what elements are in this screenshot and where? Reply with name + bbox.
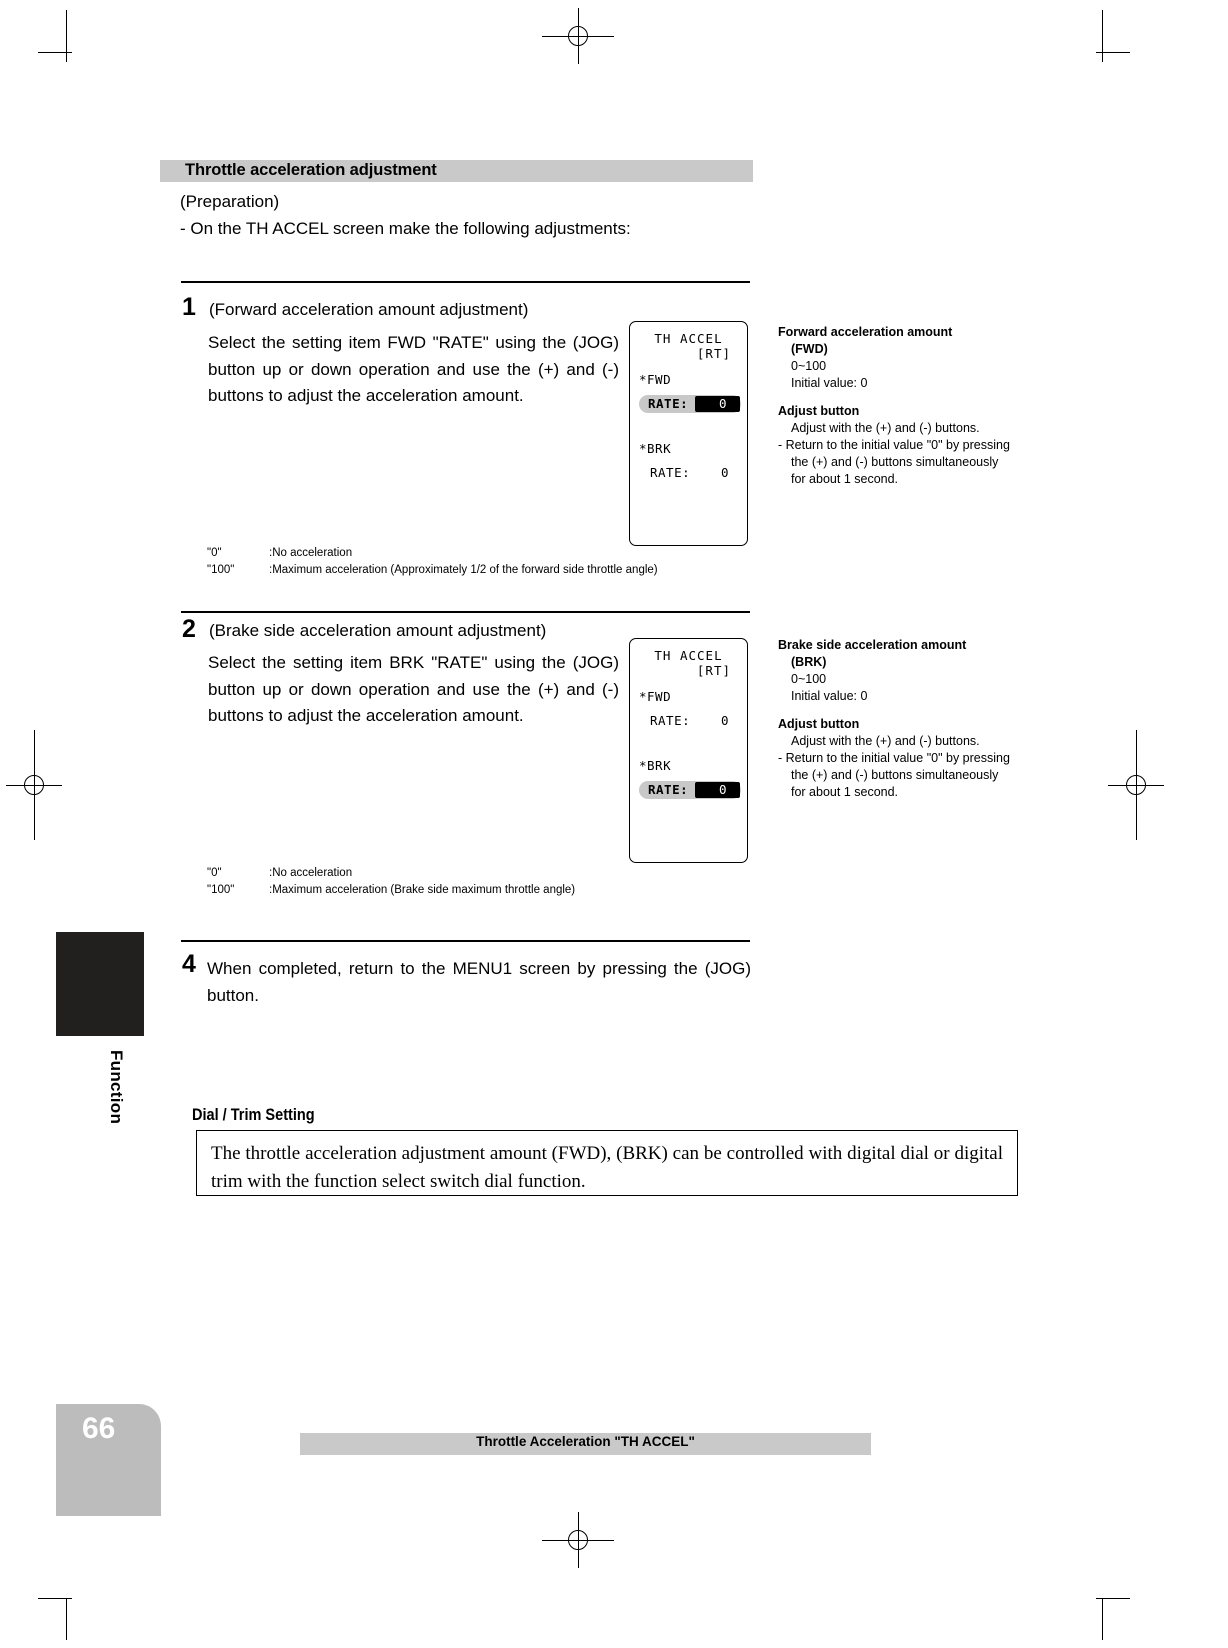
manual-page: Throttle acceleration adjustment (Prepar…	[0, 0, 1228, 1648]
step-1-title: (Forward acceleration amount adjustment)	[209, 300, 529, 319]
dial-trim-body: The throttle acceleration adjustment amo…	[211, 1143, 1003, 1192]
registration-target-top	[542, 8, 614, 64]
registration-target-bottom	[542, 1512, 614, 1568]
step-2-title: (Brake side acceleration amount adjustme…	[209, 621, 547, 640]
crop-mark-bottom-right	[1096, 1588, 1130, 1640]
section-heading-text: Throttle acceleration adjustment	[185, 161, 437, 179]
lcd-subtitle-step-1: [RT]	[696, 346, 731, 361]
page-number: 66	[82, 1412, 116, 1445]
step-1-rule	[181, 281, 750, 283]
lcd-brk-rate-value-step-1: 0	[720, 465, 729, 480]
step-2-sidebar-reset-text: - Return to the initial value "0" by pre…	[778, 751, 1010, 799]
step-1-sidebar-gap	[778, 392, 1016, 403]
step-1-sidebar-title-line1: Forward acceleration amount	[778, 325, 953, 339]
crop-mark-top-right	[1096, 10, 1130, 62]
preparation-label: (Preparation)	[180, 192, 280, 211]
lcd-fwd-rate-value-step-2: 0	[720, 713, 729, 728]
step-1-footnote-0-key: "0"	[207, 547, 222, 559]
lcd-fwd-label-step-1: *FWD	[639, 372, 672, 387]
step-1-footnote-1-value: :Maximum acceleration (Approximately 1/2…	[269, 564, 658, 576]
lcd-screen-step-1: TH ACCEL [RT] *FWD RATE: 0 *BRK RATE: 0	[629, 321, 748, 546]
crop-mark-bottom-left	[38, 1588, 72, 1640]
step-1-footnote-1-key: "100"	[207, 564, 235, 576]
lcd-subtitle-step-2: [RT]	[696, 663, 731, 678]
crop-mark-top-left	[38, 10, 72, 62]
lcd-brk-label-step-1: *BRK	[639, 441, 672, 456]
lcd-brk-rate-row-step-2[interactable]: RATE: 0	[639, 781, 741, 799]
step-2-rule	[181, 611, 750, 613]
lcd-fwd-rate-label-step-1: RATE:	[648, 396, 689, 411]
dial-trim-title: Dial / Trim Setting	[192, 1106, 315, 1124]
lcd-brk-rate-row-step-1[interactable]: RATE: 0	[639, 464, 741, 482]
step-2-sidebar-title-line1: Brake side acceleration amount	[778, 638, 967, 652]
footer-title: Throttle Acceleration "TH ACCEL"	[476, 1434, 695, 1449]
registration-target-right	[1108, 730, 1164, 840]
step-1-sidebar-range: 0~100	[791, 359, 827, 373]
step-1-sidebar-adjust-title: Adjust button	[778, 404, 860, 418]
lcd-fwd-value-highlight-step-1	[695, 396, 740, 412]
lcd-fwd-rate-label-step-2: RATE:	[650, 713, 691, 728]
lcd-brk-rate-value-step-2: 0	[718, 782, 727, 797]
lcd-brk-label-step-2: *BRK	[639, 758, 672, 773]
dial-trim-box: The throttle acceleration adjustment amo…	[196, 1130, 1018, 1196]
lcd-fwd-label-step-2: *FWD	[639, 689, 672, 704]
lcd-brk-rate-label-step-1: RATE:	[650, 465, 691, 480]
step-2-sidebar-adjust-title: Adjust button	[778, 717, 860, 731]
step-4-rule	[181, 940, 750, 942]
step-2-footnote-1-key: "100"	[207, 884, 235, 896]
step-2-body: Select the setting item BRK "RATE" using…	[208, 653, 619, 725]
step-1-sidebar-initial: Initial value: 0	[791, 376, 868, 390]
lcd-title-step-1: TH ACCEL	[654, 331, 723, 346]
step-2-sidebar-gap	[778, 705, 1016, 716]
step-2-footnote-1-value: :Maximum acceleration (Brake side maximu…	[269, 884, 576, 896]
step-4-number: 4	[182, 950, 196, 978]
lcd-brk-value-highlight-step-2	[695, 782, 740, 798]
step-1-sidebar: Forward acceleration amount (FWD) 0~100 …	[778, 324, 1016, 488]
preparation-line: - On the TH ACCEL screen make the follow…	[180, 219, 631, 238]
step-2-sidebar-title-line2: (BRK)	[791, 655, 827, 669]
step-2-number: 2	[182, 615, 196, 643]
lcd-brk-rate-label-step-2: RATE:	[648, 782, 689, 797]
step-2-sidebar-adjust-text: Adjust with the (+) and (-) buttons.	[791, 734, 980, 748]
step-2-sidebar-initial: Initial value: 0	[791, 689, 868, 703]
step-2-footnote-0-value: :No acceleration	[269, 867, 353, 879]
step-1-footnote-0-value: :No acceleration	[269, 547, 353, 559]
step-1-number: 1	[182, 293, 196, 321]
step-1-sidebar-reset-text: - Return to the initial value "0" by pre…	[778, 438, 1010, 486]
step-2-sidebar-range: 0~100	[791, 672, 827, 686]
step-1-body: Select the setting item FWD "RATE" using…	[208, 333, 619, 405]
step-1-sidebar-adjust-text: Adjust with the (+) and (-) buttons.	[791, 421, 980, 435]
chapter-tab-label: Function	[107, 1050, 126, 1125]
chapter-tab-marker	[56, 932, 144, 1036]
lcd-fwd-rate-row-step-1[interactable]: RATE: 0	[639, 395, 741, 413]
step-4-body: When completed, return to the MENU1 scre…	[207, 959, 751, 1005]
registration-target-left	[6, 730, 62, 840]
lcd-fwd-rate-row-step-2[interactable]: RATE: 0	[639, 712, 741, 730]
step-2-sidebar: Brake side acceleration amount (BRK) 0~1…	[778, 637, 1016, 801]
lcd-fwd-rate-value-step-1: 0	[718, 396, 727, 411]
step-2-footnote-0-key: "0"	[207, 867, 222, 879]
lcd-title-step-2: TH ACCEL	[654, 648, 723, 663]
step-1-sidebar-title-line2: (FWD)	[791, 342, 828, 356]
lcd-screen-step-2: TH ACCEL [RT] *FWD RATE: 0 *BRK RATE: 0	[629, 638, 748, 863]
